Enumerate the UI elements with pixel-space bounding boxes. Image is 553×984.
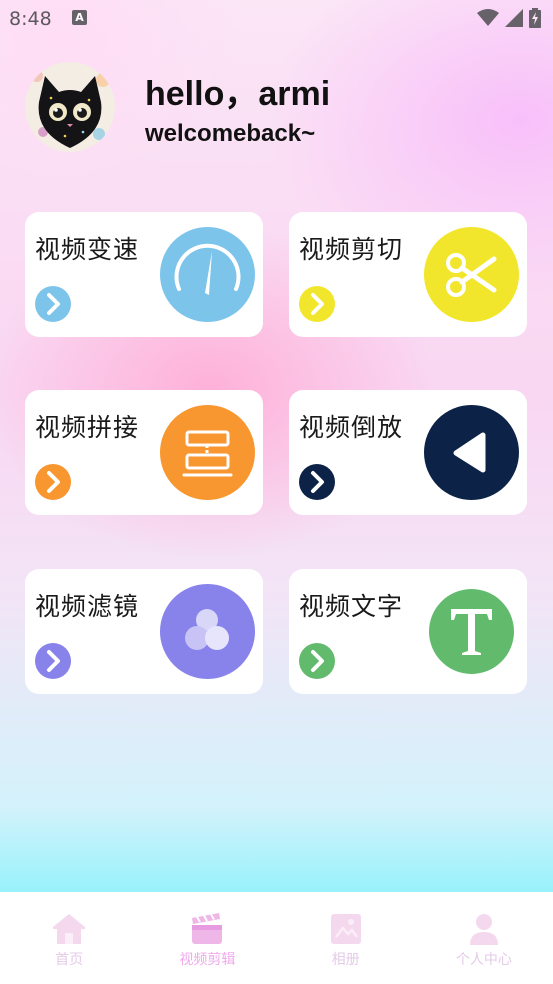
nav-label: 首页 — [55, 952, 84, 968]
nav-label: 个人中心 — [455, 952, 512, 968]
battery-icon — [529, 8, 541, 28]
signal-icon — [505, 9, 523, 27]
card-video-speed[interactable]: 视频变速 — [25, 212, 263, 337]
splice-icon — [160, 405, 255, 500]
chevron-right-icon[interactable] — [299, 286, 335, 322]
chevron-right-icon[interactable] — [35, 643, 71, 679]
welcome-subtitle: welcomeback~ — [145, 120, 316, 147]
notification-a-icon: A — [72, 10, 87, 25]
chevron-right-icon[interactable] — [299, 464, 335, 500]
card-video-splice[interactable]: 视频拼接 — [25, 390, 263, 515]
card-title: 视频滤镜 — [35, 592, 140, 621]
card-title: 视频拼接 — [35, 413, 140, 442]
card-video-cut[interactable]: 视频剪切 — [289, 212, 527, 337]
card-title: 视频变速 — [35, 235, 140, 264]
album-icon — [330, 914, 361, 944]
home-icon — [53, 914, 86, 944]
status-bar: 8:48 A — [0, 0, 553, 36]
card-video-filter[interactable]: 视频滤镜 — [25, 569, 263, 694]
chevron-right-icon[interactable] — [299, 643, 335, 679]
wifi-icon — [477, 9, 499, 26]
person-icon — [469, 914, 498, 945]
speedometer-icon — [160, 227, 255, 322]
nav-label: 视频剪辑 — [179, 952, 236, 968]
rewind-icon — [424, 405, 519, 500]
text-icon — [429, 589, 514, 674]
scissors-icon — [424, 227, 519, 322]
nav-item-home[interactable]: 首页 — [0, 892, 138, 984]
nav-item-album[interactable]: 相册 — [277, 892, 415, 984]
nav-item-video-edit[interactable]: 视频剪辑 — [138, 892, 276, 984]
card-title: 视频剪切 — [299, 235, 404, 264]
chevron-right-icon[interactable] — [35, 286, 71, 322]
avatar[interactable] — [25, 62, 115, 152]
status-time: 8:48 — [9, 8, 52, 30]
card-title: 视频文字 — [299, 592, 404, 621]
card-video-reverse[interactable]: 视频倒放 — [289, 390, 527, 515]
nav-label: 相册 — [331, 952, 360, 968]
clapperboard-icon — [192, 913, 223, 944]
card-title: 视频倒放 — [299, 413, 404, 442]
nav-item-profile[interactable]: 个人中心 — [415, 892, 553, 984]
chevron-right-icon[interactable] — [35, 464, 71, 500]
card-video-text[interactable]: 视频文字 — [289, 569, 527, 694]
status-icons — [477, 8, 541, 28]
filter-icon — [160, 584, 255, 679]
greeting-title: hello，armi — [145, 75, 331, 113]
bottom-nav: 首页 视频剪辑 相册 个人中心 — [0, 892, 553, 984]
